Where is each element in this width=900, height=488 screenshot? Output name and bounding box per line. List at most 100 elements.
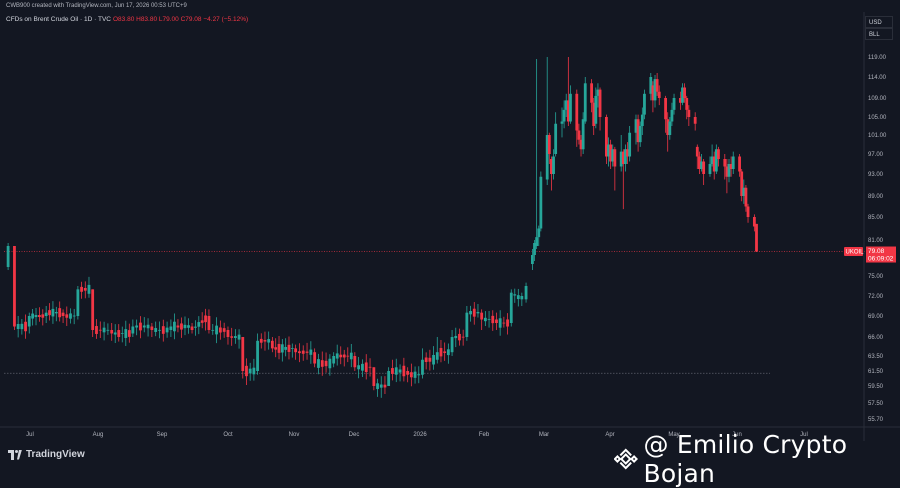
time-tick-label: Mar: [539, 432, 549, 438]
candle-body: [301, 350, 305, 354]
candle: [187, 318, 190, 334]
candle: [241, 337, 245, 379]
candle-body: [569, 93, 572, 122]
candle: [65, 306, 69, 326]
candle-body: [387, 371, 391, 386]
candle: [443, 342, 447, 361]
candle: [520, 292, 524, 306]
candle-body: [537, 228, 541, 238]
candles-layer: [6, 57, 758, 398]
candle-body: [465, 312, 469, 337]
candle-body: [702, 161, 706, 174]
candle: [183, 316, 187, 336]
candle: [20, 319, 24, 335]
candle-body: [117, 330, 121, 337]
candle-body: [583, 83, 587, 122]
candle: [480, 309, 484, 330]
price-tick-label: 66.00: [868, 335, 884, 341]
candle-body: [51, 308, 55, 317]
candle: [245, 358, 248, 385]
candle-body: [187, 325, 190, 328]
candle: [357, 356, 361, 379]
candle: [498, 310, 502, 336]
time-tick-label: 2026: [413, 432, 427, 438]
candle: [127, 323, 131, 343]
candle-body: [294, 348, 298, 353]
candle-body: [717, 149, 720, 159]
candle-body: [353, 356, 357, 368]
price-tick-label: 114.00: [868, 75, 887, 81]
candle: [38, 307, 41, 322]
candle-body: [640, 114, 644, 126]
candle-body: [69, 313, 72, 319]
candle: [506, 313, 509, 335]
candle: [83, 281, 87, 299]
candle: [376, 378, 379, 397]
candle-body: [218, 327, 222, 333]
candle-body: [237, 334, 241, 340]
candle-body: [506, 319, 509, 327]
candle: [287, 336, 291, 360]
candle-body: [668, 121, 672, 135]
candle-body: [41, 314, 45, 318]
candle-body: [83, 287, 87, 291]
candle-body: [58, 308, 62, 318]
candle: [398, 364, 402, 382]
candle-body: [693, 117, 697, 124]
candle: [24, 314, 27, 339]
candle-body: [657, 91, 661, 98]
candle-body: [638, 126, 642, 143]
candle-body: [428, 357, 432, 362]
candle: [513, 288, 517, 303]
candle-body: [44, 312, 48, 316]
time-tick-label: Jul: [26, 432, 34, 438]
candle-body: [458, 333, 461, 341]
price-chart[interactable]: 119.00 114.00 109.00 105.00 101.00 97.00 93.00…: [0, 0, 900, 441]
candle: [491, 310, 495, 331]
candle: [218, 320, 222, 340]
candle: [391, 359, 394, 381]
candle-body: [439, 347, 443, 357]
price-tick-label: 119.00: [868, 55, 887, 61]
candle-body: [577, 130, 581, 140]
candle: [197, 316, 201, 335]
candle-body: [524, 286, 528, 300]
candle: [524, 282, 528, 303]
candle: [211, 323, 215, 335]
candle: [693, 112, 697, 131]
candle-body: [744, 187, 748, 207]
candle: [31, 308, 35, 326]
tradingview-logo[interactable]: TradingView: [8, 449, 85, 460]
candle-body: [708, 164, 712, 174]
candle: [569, 85, 572, 124]
candle-body: [346, 355, 350, 357]
candle: [72, 308, 76, 325]
candle: [461, 329, 465, 346]
candle-body: [27, 316, 31, 327]
candle-body: [342, 354, 346, 358]
candle-body: [376, 383, 379, 390]
candle: [6, 243, 10, 270]
candle-body: [394, 367, 398, 375]
candle-body: [379, 384, 383, 388]
candle-body: [613, 149, 617, 167]
candle: [406, 367, 410, 383]
price-tick-label: 75.00: [868, 274, 884, 280]
candle-body: [61, 312, 65, 316]
price-axis[interactable]: 119.00 114.00 109.00 105.00 101.00 97.00 93.00…: [863, 12, 887, 441]
candle-body: [450, 337, 454, 353]
price-tick-label: 81.00: [868, 238, 884, 244]
horizontal-lines-layer: [4, 251, 866, 374]
candle-body: [252, 367, 256, 375]
candle-body: [472, 308, 476, 317]
candle: [379, 376, 383, 398]
candle-body: [233, 336, 237, 339]
candle-body: [34, 314, 38, 318]
candle: [16, 315, 20, 338]
binance-logo-icon: [614, 448, 638, 470]
candle-body: [183, 324, 187, 329]
candle: [421, 348, 424, 379]
candle-body: [124, 329, 128, 338]
candle-body: [65, 314, 69, 318]
candle-body: [454, 335, 458, 339]
